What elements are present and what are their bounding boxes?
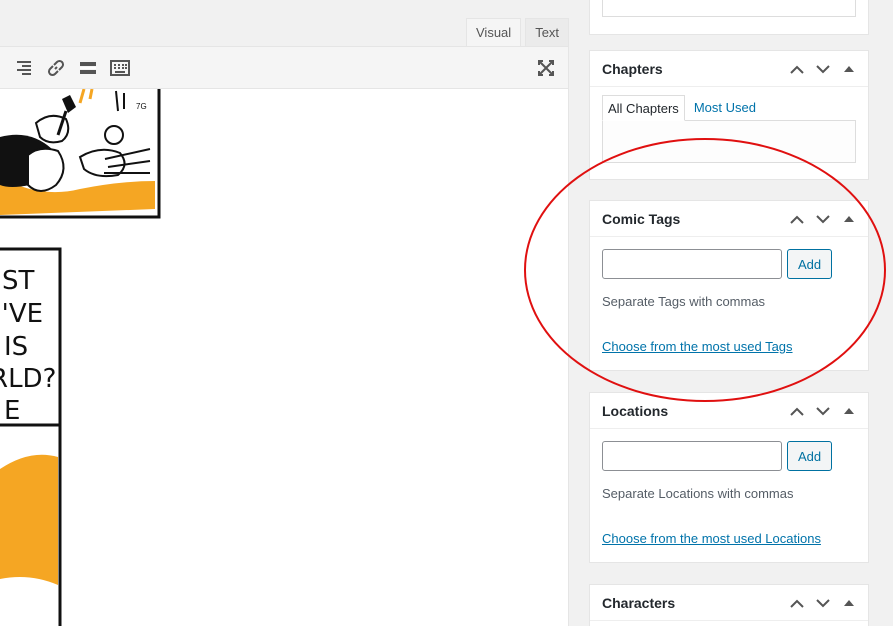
chapters-title: Chapters	[602, 60, 663, 77]
choose-most-used-locations-link[interactable]: Choose from the most used Locations	[602, 531, 821, 546]
comic-image: 7G ST I'VE IS RLD? E	[0, 89, 161, 626]
postbox-header: Comic Tags	[590, 201, 868, 237]
comic-panel-top: 7G	[0, 89, 161, 219]
add-location-button[interactable]: Add	[787, 441, 833, 471]
svg-text:RLD?: RLD?	[0, 364, 56, 394]
move-up-icon[interactable]	[788, 595, 806, 611]
collapse-toggle-icon[interactable]	[840, 403, 858, 419]
fullscreen-icon[interactable]	[535, 57, 557, 79]
postbox-top-partial	[589, 0, 869, 35]
move-up-icon[interactable]	[788, 61, 806, 77]
comic-panel-bottom: ST I'VE IS RLD? E	[0, 247, 62, 626]
tab-visual[interactable]: Visual	[466, 18, 522, 47]
postbox-comic-tags: Comic Tags Add Separate Tags with commas…	[589, 200, 869, 371]
comic-tags-hint: Separate Tags with commas	[602, 294, 766, 309]
svg-text:7G: 7G	[136, 102, 147, 111]
add-comic-tag-button[interactable]: Add	[787, 249, 833, 279]
editor-box: 7G ST I'VE IS RLD? E	[0, 46, 569, 626]
tab-text[interactable]: Text	[525, 18, 570, 47]
collapse-toggle-icon[interactable]	[840, 595, 858, 611]
postbox-characters: Characters	[589, 584, 869, 626]
postbox-locations: Locations Add Separate Locations with co…	[589, 392, 869, 563]
characters-title: Characters	[602, 594, 676, 611]
svg-text:ST: ST	[2, 266, 35, 296]
move-up-icon[interactable]	[788, 211, 806, 227]
collapse-toggle-icon[interactable]	[840, 211, 858, 227]
toolbar-toggle-icon[interactable]	[109, 57, 131, 79]
postbox-header: Chapters	[590, 51, 868, 87]
comic-tags-input[interactable]	[602, 249, 782, 279]
postbox-header: Characters	[590, 585, 868, 621]
comic-tags-title: Comic Tags	[602, 210, 681, 227]
partial-field	[602, 0, 856, 17]
chapters-tabs: All Chapters Most Used	[602, 95, 856, 121]
chapters-list	[602, 120, 856, 163]
svg-text:I'VE: I'VE	[0, 299, 43, 329]
locations-title: Locations	[602, 402, 669, 419]
link-icon[interactable]	[45, 57, 67, 79]
postbox-chapters: Chapters All Chapters Most Used	[589, 50, 869, 180]
postbox-header: Locations	[590, 393, 868, 429]
choose-most-used-tags-link[interactable]: Choose from the most used Tags	[602, 339, 793, 354]
move-up-icon[interactable]	[788, 403, 806, 419]
editor-tabs: Visual Text	[466, 18, 570, 47]
tab-most-used[interactable]: Most Used	[689, 95, 761, 121]
move-down-icon[interactable]	[814, 403, 832, 419]
align-right-icon[interactable]	[13, 57, 35, 79]
read-more-icon[interactable]	[77, 57, 99, 79]
move-down-icon[interactable]	[814, 595, 832, 611]
collapse-toggle-icon[interactable]	[840, 61, 858, 77]
locations-hint: Separate Locations with commas	[602, 486, 794, 501]
locations-input[interactable]	[602, 441, 782, 471]
svg-text:IS: IS	[4, 332, 28, 362]
move-down-icon[interactable]	[814, 61, 832, 77]
editor-toolbar	[0, 47, 568, 89]
move-down-icon[interactable]	[814, 211, 832, 227]
tab-all-chapters[interactable]: All Chapters	[602, 95, 685, 121]
editor-content[interactable]: 7G ST I'VE IS RLD? E	[0, 89, 568, 626]
svg-text:E: E	[4, 396, 20, 426]
